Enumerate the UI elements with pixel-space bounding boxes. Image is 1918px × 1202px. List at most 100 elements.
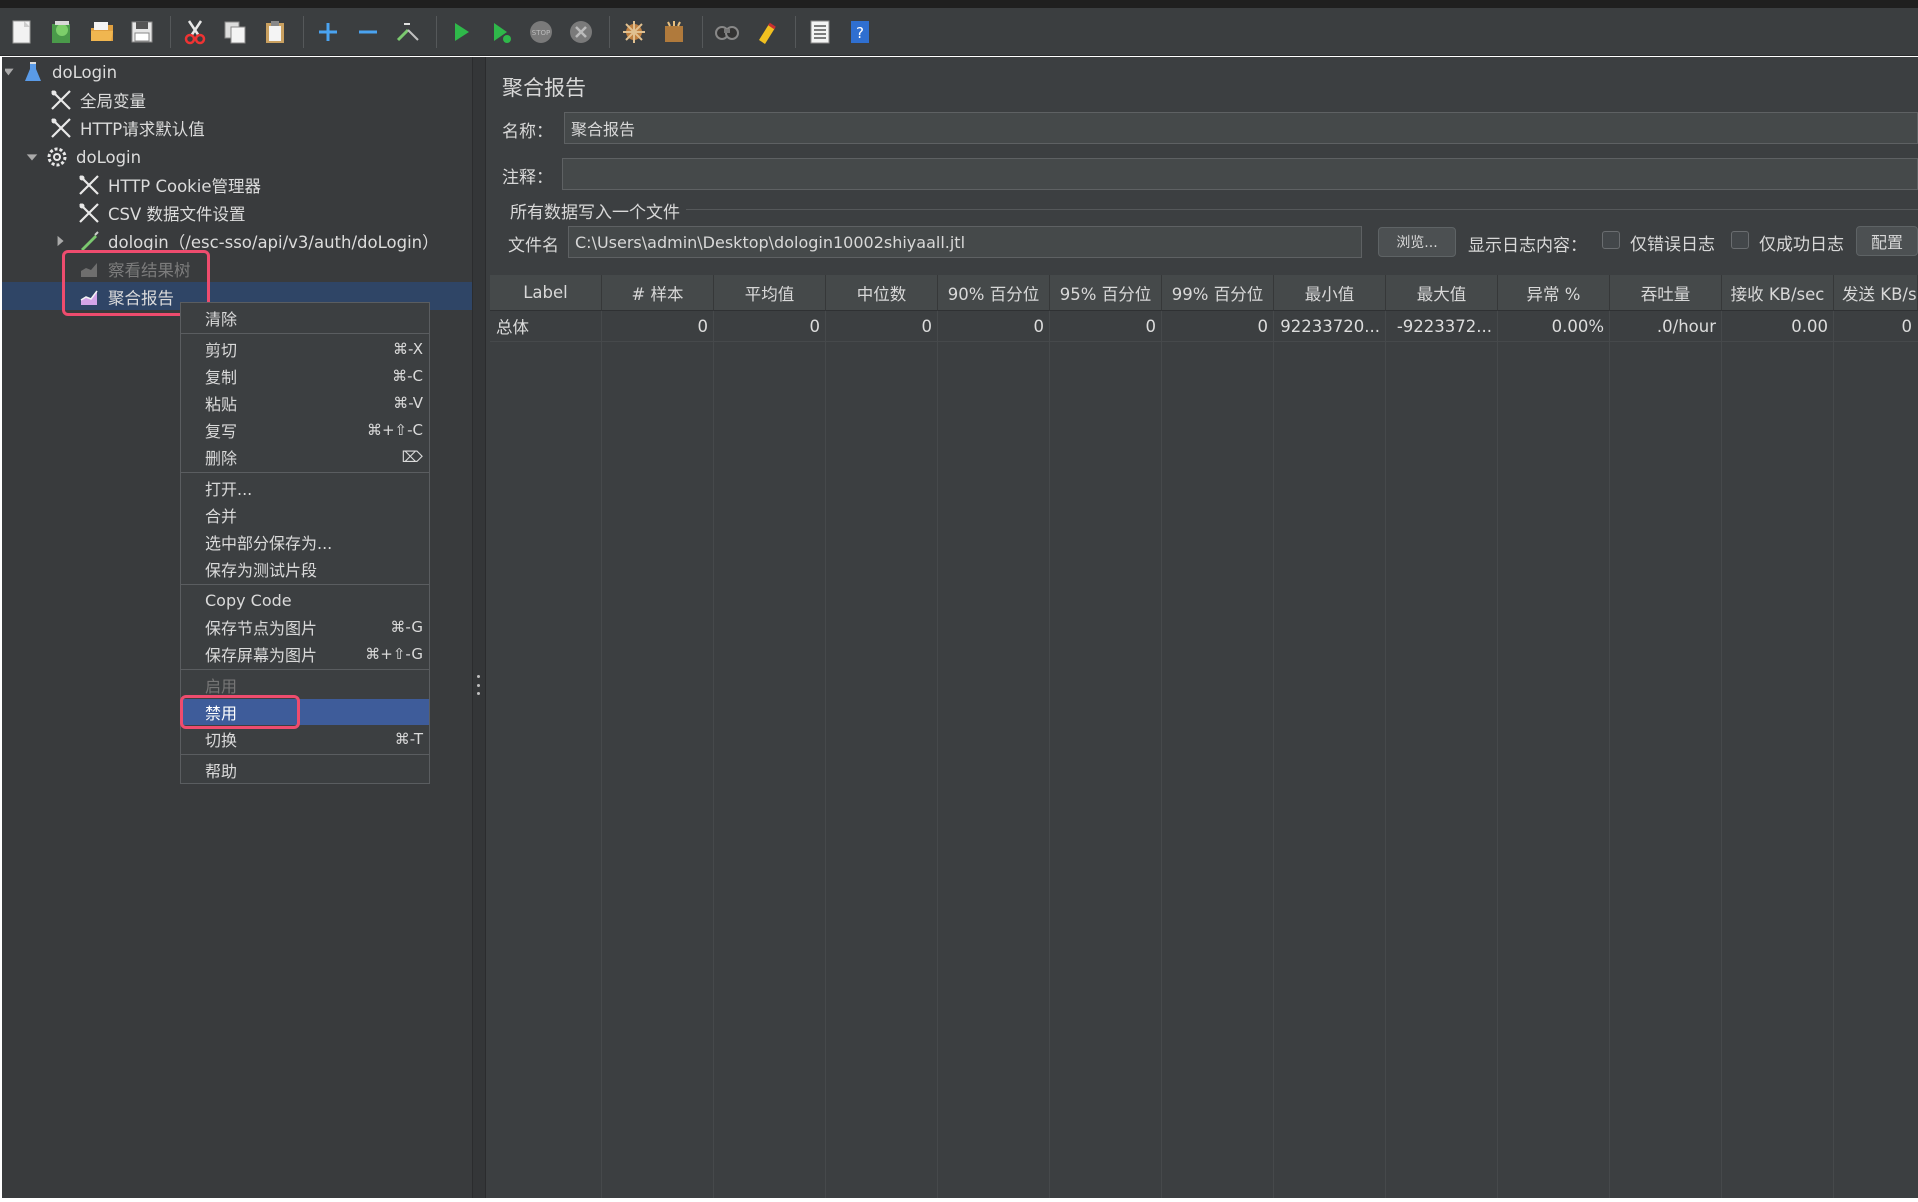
column-header-min[interactable]: 最小值 xyxy=(1274,275,1386,311)
menu-separator xyxy=(181,754,429,755)
name-field[interactable]: 聚合报告 xyxy=(564,112,1918,144)
column-header-sent-kb[interactable]: 发送 KB/s xyxy=(1834,275,1918,311)
tree-node-label: CSV 数据文件设置 xyxy=(108,205,246,224)
expand-icon[interactable] xyxy=(310,14,346,50)
menu-item-save-node-as-image[interactable]: 保存节点为图片 ⌘-G xyxy=(181,614,429,640)
config-element-icon xyxy=(76,172,102,198)
column-header-error-percent[interactable]: 异常 % xyxy=(1498,275,1610,311)
column-header-max[interactable]: 最大值 xyxy=(1386,275,1498,311)
menu-item-merge[interactable]: 合并 xyxy=(181,502,429,528)
table-cell: 0.00 xyxy=(1791,316,1828,336)
thread-group-gear-icon xyxy=(44,144,70,170)
stop-icon[interactable]: STOP xyxy=(523,14,559,50)
menu-item-delete[interactable]: 删除 ⌦ xyxy=(181,444,429,470)
tree-node-csv-config[interactable]: CSV 数据文件设置 xyxy=(76,200,246,226)
section-divider xyxy=(686,209,1918,210)
tree-node-http-defaults[interactable]: HTTP请求默认值 xyxy=(48,115,205,141)
table-cell: 0 xyxy=(1145,316,1157,336)
tree-node-thread-group[interactable]: doLogin xyxy=(24,144,141,170)
menu-item-save-selection-as[interactable]: 选中部分保存为... xyxy=(181,529,429,555)
search-icon[interactable] xyxy=(709,14,745,50)
log-content-label: 显示日志内容： xyxy=(1468,236,1587,256)
column-header-median[interactable]: 中位数 xyxy=(826,275,938,311)
table-cell: 0 xyxy=(809,316,821,336)
results-table: Label # 样本 平均值 中位数 90% 百分位 95% 百分位 99% 百… xyxy=(490,275,1918,1198)
new-icon[interactable] xyxy=(4,14,40,50)
tree-node-global-vars[interactable]: 全局变量 xyxy=(48,87,146,113)
errors-only-checkbox[interactable] xyxy=(1602,231,1620,249)
help-icon[interactable]: ? xyxy=(842,14,878,50)
toolbar-separator xyxy=(702,15,703,48)
start-no-pause-icon[interactable] xyxy=(483,14,519,50)
column-divider xyxy=(1273,311,1274,1198)
collapse-arrow-icon[interactable] xyxy=(24,144,40,170)
tree-node-label: HTTP Cookie管理器 xyxy=(108,177,261,196)
column-header-label[interactable]: Label xyxy=(490,275,602,311)
column-header-average[interactable]: 平均值 xyxy=(714,275,826,311)
menu-item-copy[interactable]: 复制 ⌘-C xyxy=(181,363,429,389)
toggle-icon[interactable] xyxy=(390,14,426,50)
templates-icon[interactable] xyxy=(44,14,80,50)
menu-item-clear[interactable]: 清除 xyxy=(181,305,429,331)
column-header-90-percentile[interactable]: 90% 百分位 xyxy=(938,275,1050,311)
window-top-border xyxy=(0,0,1918,8)
toolbar-separator xyxy=(436,15,437,48)
browse-button[interactable]: 浏览... xyxy=(1378,227,1456,257)
tree-node-label: HTTP请求默认值 xyxy=(80,120,205,139)
column-divider xyxy=(1721,311,1722,1198)
start-icon[interactable] xyxy=(443,14,479,50)
column-header-received-kb[interactable]: 接收 KB/sec xyxy=(1722,275,1834,311)
table-cell: .0/hour xyxy=(1656,316,1716,336)
column-divider xyxy=(1161,311,1162,1198)
column-divider xyxy=(1385,311,1386,1198)
panel-splitter[interactable] xyxy=(472,57,486,1202)
column-divider xyxy=(825,311,826,1198)
filename-field[interactable]: C:\Users\admin\Desktop\dologin10002shiya… xyxy=(568,226,1362,258)
toolbar-separator xyxy=(609,15,610,48)
reset-search-icon[interactable] xyxy=(749,14,785,50)
clear-icon[interactable] xyxy=(616,14,652,50)
menu-item-save-screen-as-image[interactable]: 保存屏幕为图片 ⌘+⇧-G xyxy=(181,641,429,667)
file-section-title: 所有数据写入一个文件 xyxy=(510,203,680,223)
function-helper-icon[interactable] xyxy=(802,14,838,50)
collapse-icon[interactable] xyxy=(350,14,386,50)
menu-item-cut[interactable]: 剪切 ⌘-X xyxy=(181,336,429,362)
column-header-samples[interactable]: # 样本 xyxy=(602,275,714,311)
menu-item-paste[interactable]: 粘贴 ⌘-V xyxy=(181,390,429,416)
name-label: 名称： xyxy=(502,122,553,142)
svg-text:?: ? xyxy=(856,24,864,42)
save-icon[interactable] xyxy=(124,14,160,50)
open-icon[interactable] xyxy=(84,14,120,50)
column-header-throughput[interactable]: 吞吐量 xyxy=(1610,275,1722,311)
shutdown-icon[interactable] xyxy=(563,14,599,50)
comment-label: 注释： xyxy=(502,168,553,188)
annotation-highlight-box xyxy=(180,695,300,729)
splitter-grip-icon[interactable] xyxy=(477,675,481,695)
table-cell: 0.00% xyxy=(1551,316,1604,336)
column-divider xyxy=(1833,311,1834,1198)
menu-item-save-as-test-fragment[interactable]: 保存为测试片段 xyxy=(181,556,429,582)
comment-field[interactable] xyxy=(562,158,1918,190)
panel-title: 聚合报告 xyxy=(502,76,586,100)
paste-icon[interactable] xyxy=(257,14,293,50)
menu-item-open[interactable]: 打开... xyxy=(181,475,429,501)
toolbar: STOP ? xyxy=(0,8,1918,56)
success-only-checkbox[interactable] xyxy=(1731,231,1749,249)
toolbar-separator xyxy=(170,15,171,48)
copy-icon[interactable] xyxy=(217,14,253,50)
menu-item-duplicate[interactable]: 复写 ⌘+⇧-C xyxy=(181,417,429,443)
errors-only-label: 仅错误日志 xyxy=(1630,235,1715,255)
collapse-arrow-icon[interactable] xyxy=(4,59,18,85)
cut-icon[interactable] xyxy=(177,14,213,50)
tree-node-test-plan[interactable]: doLogin xyxy=(4,59,117,85)
column-header-99-percentile[interactable]: 99% 百分位 xyxy=(1162,275,1274,311)
menu-separator xyxy=(181,333,429,334)
tree-node-label: doLogin xyxy=(76,147,142,167)
configure-button[interactable]: 配置 xyxy=(1856,226,1918,256)
menu-item-copy-code[interactable]: Copy Code xyxy=(181,587,429,613)
menu-item-toggle[interactable]: 切换 ⌘-T xyxy=(181,726,429,752)
tree-node-cookie-manager[interactable]: HTTP Cookie管理器 xyxy=(76,172,261,198)
menu-item-help[interactable]: 帮助 xyxy=(181,757,429,783)
clear-all-icon[interactable] xyxy=(656,14,692,50)
column-header-95-percentile[interactable]: 95% 百分位 xyxy=(1050,275,1162,311)
